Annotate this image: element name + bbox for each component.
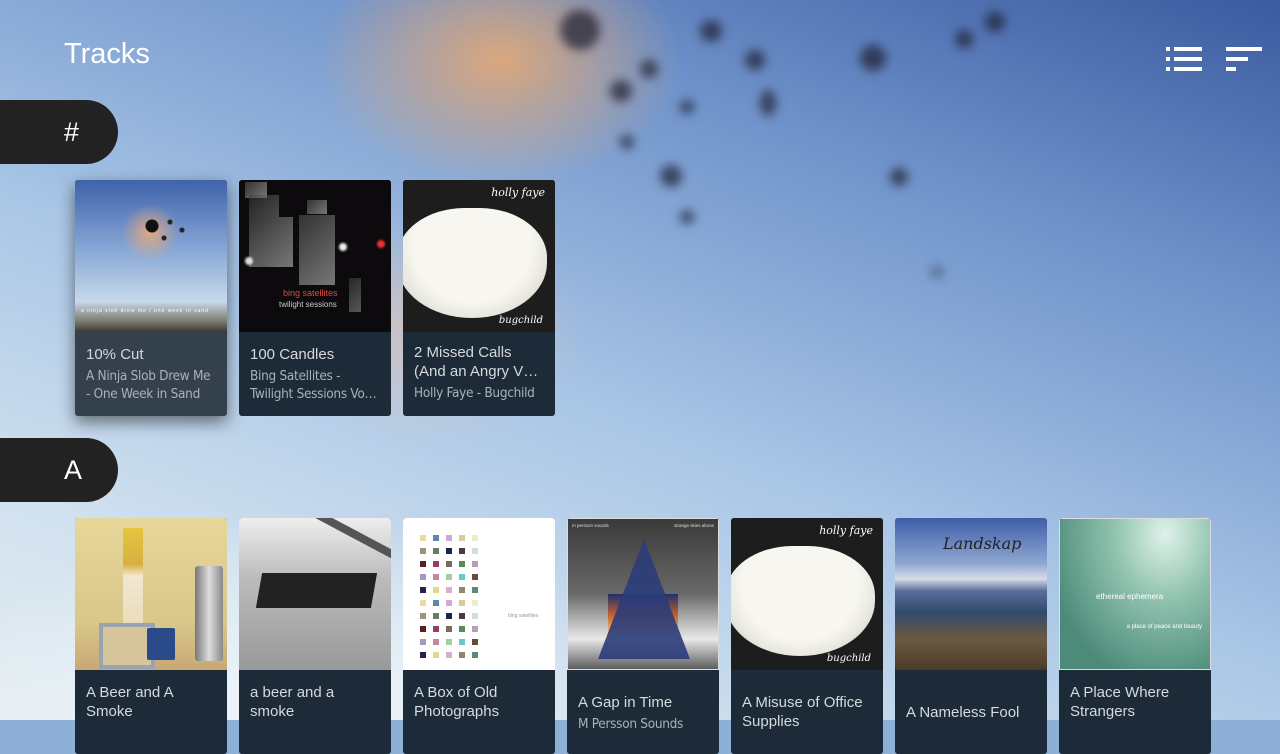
- color-swatch: [433, 613, 439, 619]
- color-swatch: [459, 600, 465, 606]
- album-art: holly faye bugchild: [731, 518, 883, 670]
- color-swatch: [472, 639, 478, 645]
- track-title: 10% Cut: [86, 346, 144, 363]
- track-card[interactable]: ethereal ephemera a place of peace and b…: [1059, 518, 1211, 754]
- color-swatch: [420, 626, 426, 632]
- track-title: A Nameless Fool: [906, 704, 1020, 721]
- track-card[interactable]: holly faye bugchild A Misuse of Office S…: [731, 518, 883, 754]
- color-swatch: [459, 561, 465, 567]
- color-swatch: [420, 587, 426, 593]
- album-art: m persson sounds strange skies above: [567, 518, 719, 670]
- page-title: Tracks: [64, 38, 150, 70]
- track-title: A Box of Old Photographs: [414, 684, 500, 720]
- track-subtitle: A Ninja Slob Drew Me - One Week in Sand: [86, 368, 211, 402]
- track-card[interactable]: a ninja slob drew me / one week in sand …: [75, 180, 227, 416]
- album-art: ethereal ephemera a place of peace and b…: [1059, 518, 1211, 670]
- track-title: A Beer and A Smoke: [86, 684, 173, 720]
- color-swatch: [433, 626, 439, 632]
- track-row-hash: a ninja slob drew me / one week in sand …: [75, 180, 567, 416]
- color-swatch: [459, 587, 465, 593]
- track-row-a: A Beer and A Smoke a beer and a smoke bi…: [75, 518, 1223, 754]
- color-swatch: [446, 613, 452, 619]
- color-swatch: [420, 548, 426, 554]
- track-card[interactable]: A Beer and A Smoke: [75, 518, 227, 754]
- section-header-hash[interactable]: #: [0, 100, 118, 164]
- track-title: 2 Missed Calls (And an Angry V…: [414, 344, 539, 380]
- color-swatch: [420, 574, 426, 580]
- track-title: A Gap in Time: [578, 694, 673, 711]
- track-subtitle: Holly Faye - Bugchild: [414, 385, 535, 401]
- color-swatch: [420, 561, 426, 567]
- color-swatch: [433, 548, 439, 554]
- color-swatch: [472, 574, 478, 580]
- color-swatch: [420, 652, 426, 658]
- color-swatch: [459, 535, 465, 541]
- track-card[interactable]: bing satellites twilight sessions 100 Ca…: [239, 180, 391, 416]
- color-swatch: [446, 548, 452, 554]
- color-swatch: [433, 561, 439, 567]
- album-art: bing satellites: [403, 518, 555, 670]
- color-swatch: [433, 600, 439, 606]
- track-subtitle: Bing Satellites - Twilight Sessions Vo…: [250, 368, 377, 402]
- color-swatch: [472, 548, 478, 554]
- color-swatch: [446, 574, 452, 580]
- album-art: [75, 518, 227, 670]
- track-card[interactable]: Landskap A Nameless Fool: [895, 518, 1047, 754]
- color-swatch: [420, 535, 426, 541]
- track-card[interactable]: bing satellites A Box of Old Photographs: [403, 518, 555, 754]
- track-card[interactable]: m persson sounds strange skies above A G…: [567, 518, 719, 754]
- color-swatch: [472, 613, 478, 619]
- color-swatch: [472, 600, 478, 606]
- color-swatch: [472, 535, 478, 541]
- album-art: [239, 518, 391, 670]
- color-swatch: [446, 652, 452, 658]
- section-header-a[interactable]: A: [0, 438, 118, 502]
- color-swatch: [459, 652, 465, 658]
- color-swatch: [472, 626, 478, 632]
- color-swatch: [446, 561, 452, 567]
- track-title: A Misuse of Office Supplies: [742, 694, 863, 730]
- color-swatch: [459, 613, 465, 619]
- track-card[interactable]: holly faye bugchild 2 Missed Calls (And …: [403, 180, 555, 416]
- track-subtitle: M Persson Sounds: [578, 716, 684, 732]
- color-swatch: [433, 587, 439, 593]
- color-swatch: [459, 574, 465, 580]
- color-swatch: [433, 652, 439, 658]
- toolbar: [1166, 44, 1264, 76]
- track-card[interactable]: a beer and a smoke: [239, 518, 391, 754]
- color-swatch: [433, 535, 439, 541]
- color-swatch: [446, 535, 452, 541]
- color-swatch: [459, 626, 465, 632]
- album-art: holly faye bugchild: [403, 180, 555, 332]
- album-art: Landskap: [895, 518, 1047, 670]
- color-swatch: [446, 626, 452, 632]
- album-art: bing satellites twilight sessions: [239, 180, 391, 332]
- color-swatch: [420, 613, 426, 619]
- track-title: a beer and a smoke: [250, 684, 335, 720]
- color-swatch: [472, 587, 478, 593]
- track-title: A Place Where Strangers Gather…: [1070, 684, 1170, 720]
- color-swatch: [472, 652, 478, 658]
- color-swatch: [433, 639, 439, 645]
- color-swatch: [472, 561, 478, 567]
- color-swatch: [446, 639, 452, 645]
- color-swatch: [420, 600, 426, 606]
- list-view-button[interactable]: [1166, 44, 1204, 76]
- color-swatch: [433, 574, 439, 580]
- section-letter: #: [64, 116, 80, 147]
- color-swatch: [446, 587, 452, 593]
- section-letter: A: [64, 454, 83, 485]
- sort-button[interactable]: [1226, 44, 1264, 76]
- color-swatch: [446, 600, 452, 606]
- track-title: 100 Candles: [250, 346, 335, 363]
- album-art: a ninja slob drew me / one week in sand: [75, 180, 227, 332]
- color-swatch: [459, 639, 465, 645]
- color-swatch: [420, 639, 426, 645]
- color-swatch: [459, 548, 465, 554]
